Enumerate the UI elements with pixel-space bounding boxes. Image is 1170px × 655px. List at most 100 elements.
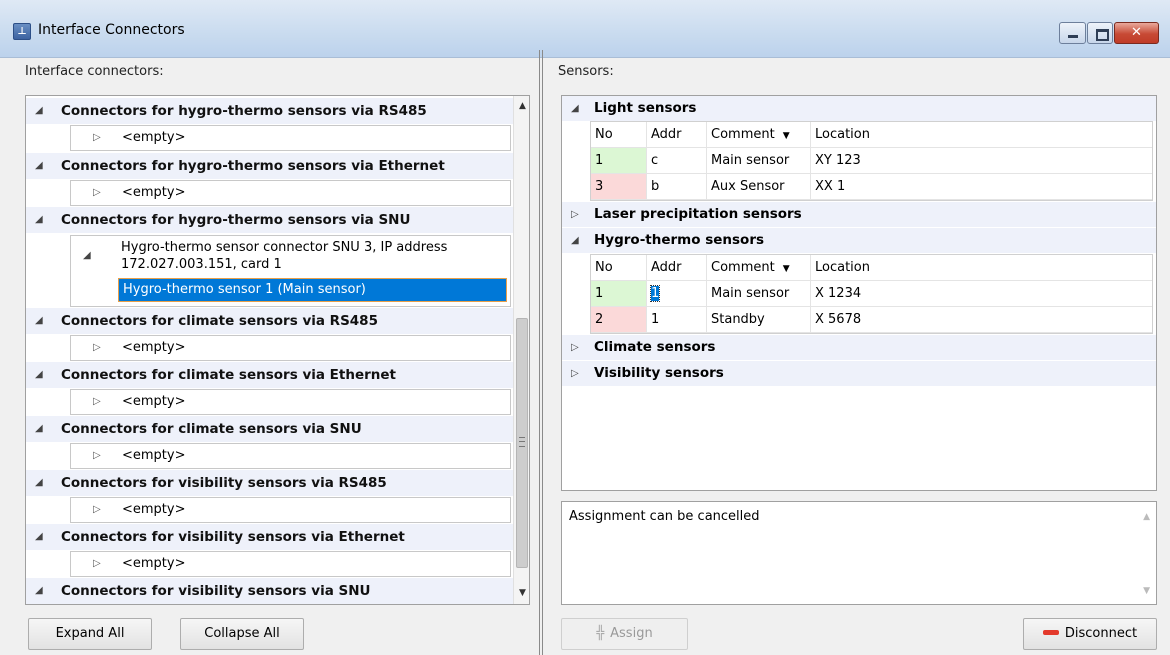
header-addr[interactable]: Addr [647,122,707,147]
collapse-all-button[interactable]: Collapse All [180,618,304,650]
collapsed-icon[interactable]: ▷ [93,336,101,360]
expanded-icon[interactable]: ◢ [35,524,43,550]
header-addr[interactable]: Addr [647,255,707,280]
expanded-icon[interactable]: ◢ [571,228,579,253]
sort-down-icon[interactable]: ▼ [783,131,790,141]
scroll-up-icon[interactable]: ▲ [1143,512,1150,522]
table-row[interactable]: 3 b Aux Sensor XX 1 [591,174,1152,200]
table-row[interactable]: 1 c Main sensor XY 123 [591,148,1152,174]
header-comment[interactable]: Comment ▼ [707,255,811,280]
connector-child-item[interactable]: ▷ <empty> [70,125,511,151]
cell-location[interactable]: X 1234 [811,281,1152,306]
maximize-button[interactable] [1087,22,1113,44]
expanded-icon[interactable]: ◢ [35,470,43,496]
cell-comment[interactable]: Standby [707,307,811,332]
selected-sensor-item[interactable]: Hygro-thermo sensor 1 (Main sensor) [118,278,507,302]
cell-no[interactable]: 2 [591,307,647,332]
table-row[interactable]: 1 1 Main sensor X 1234 [591,281,1152,307]
sensor-group-row[interactable]: ▷ Visibility sensors [562,361,1156,386]
cell-no[interactable]: 1 [591,148,647,173]
expanded-icon[interactable]: ◢ [35,207,43,233]
connector-child-label: <empty> [122,340,186,355]
close-button[interactable]: ✕ [1114,22,1159,44]
collapsed-icon[interactable]: ▷ [93,444,101,468]
connector-group-row[interactable]: ◢ Connectors for visibility sensors via … [26,470,513,496]
collapsed-icon[interactable]: ▷ [93,126,101,150]
collapsed-icon[interactable]: ▷ [571,335,579,360]
minimize-button[interactable] [1059,22,1086,44]
cell-comment[interactable]: Aux Sensor [707,174,811,199]
cell-addr[interactable]: b [647,174,707,199]
cell-addr[interactable]: c [647,148,707,173]
cell-location[interactable]: XX 1 [811,174,1152,199]
connector-child-item[interactable]: ▷ <empty> [70,389,511,415]
sensor-group-row[interactable]: ◢ Light sensors [562,96,1156,121]
connector-group-row[interactable]: ◢ Connectors for hygro-thermo sensors vi… [26,207,513,233]
expanded-icon[interactable]: ◢ [35,362,43,388]
snu-connector-item[interactable]: ◢ Hygro-thermo sensor connector SNU 3, I… [70,235,511,307]
collapsed-icon[interactable]: ▷ [93,181,101,205]
cell-addr-editing[interactable]: 1 [649,285,661,302]
cell-addr[interactable]: 1 [647,307,707,332]
maximize-icon [1096,29,1109,41]
connector-group-row[interactable]: ◢ Connectors for visibility sensors via … [26,578,513,604]
cell-comment[interactable]: Main sensor [707,281,811,306]
connector-group-row[interactable]: ◢ Connectors for visibility sensors via … [26,524,513,550]
plus-icon: ╬ [596,626,605,641]
connector-child-item[interactable]: ▷ <empty> [70,443,511,469]
connector-group-row[interactable]: ◢ Connectors for hygro-thermo sensors vi… [26,98,513,124]
connector-child-item[interactable]: ▷ <empty> [70,497,511,523]
sensor-group-row[interactable]: ◢ Hygro-thermo sensors [562,228,1156,253]
connector-child-item[interactable]: ▷ <empty> [70,551,511,577]
cell-location[interactable]: XY 123 [811,148,1152,173]
collapsed-icon[interactable]: ▷ [571,361,579,386]
expanded-icon[interactable]: ◢ [35,153,43,179]
expand-all-button[interactable]: Expand All [28,618,152,650]
header-no[interactable]: No [591,255,647,280]
sensors-tree[interactable]: ◢ Light sensors No Addr Comment ▼ Locatio… [561,95,1157,491]
collapsed-icon[interactable]: ▷ [571,202,579,227]
sort-down-icon[interactable]: ▼ [783,264,790,274]
scroll-down-icon[interactable]: ▼ [1143,586,1150,596]
connector-group-row[interactable]: ◢ Connectors for climate sensors via SNU [26,416,513,442]
expanded-icon[interactable]: ◢ [35,578,43,604]
connector-group-row[interactable]: ◢ Connectors for hygro-thermo sensors vi… [26,153,513,179]
expanded-icon[interactable]: ◢ [35,98,43,124]
hygro-sensors-grid[interactable]: No Addr Comment ▼ Location 1 1 Main senso… [590,254,1153,334]
cell-addr[interactable]: 1 [647,281,707,306]
snu-connector-label: Hygro-thermo sensor connector SNU 3, IP … [121,240,448,272]
expanded-icon[interactable]: ◢ [35,308,43,334]
collapsed-icon[interactable]: ▷ [93,552,101,576]
cell-no[interactable]: 1 [591,281,647,306]
scroll-up-icon[interactable]: ▲ [514,98,529,115]
sensor-group-row[interactable]: ▷ Laser precipitation sensors [562,202,1156,227]
collapsed-icon[interactable]: ▷ [93,498,101,522]
header-location[interactable]: Location [811,122,1152,147]
connector-child-item[interactable]: ▷ <empty> [70,335,511,361]
cell-location[interactable]: X 5678 [811,307,1152,332]
connector-group-row[interactable]: ◢ Connectors for climate sensors via RS4… [26,308,513,334]
disconnect-button[interactable]: Disconnect [1023,618,1157,650]
expanded-icon[interactable]: ◢ [35,416,43,442]
header-comment[interactable]: Comment ▼ [707,122,811,147]
expanded-icon[interactable]: ◢ [571,96,579,121]
connectors-scrollbar[interactable]: ▲ ▼ [513,96,529,604]
collapsed-icon[interactable]: ▷ [93,390,101,414]
header-location[interactable]: Location [811,255,1152,280]
cell-no[interactable]: 3 [591,174,647,199]
info-textarea[interactable]: Assignment can be cancelled ▲ ▼ [561,501,1157,605]
scroll-thumb[interactable] [516,318,528,568]
connectors-tree[interactable]: ◢ Connectors for hygro-thermo sensors vi… [25,95,530,605]
close-icon: ✕ [1131,25,1142,40]
connector-child-item[interactable]: ▷ <empty> [70,180,511,206]
assign-button[interactable]: ╬ Assign [561,618,688,650]
panel-splitter[interactable] [538,50,544,655]
scroll-down-icon[interactable]: ▼ [514,585,529,602]
cell-comment[interactable]: Main sensor [707,148,811,173]
connector-group-row[interactable]: ◢ Connectors for climate sensors via Eth… [26,362,513,388]
expanded-icon[interactable]: ◢ [83,250,91,261]
table-row[interactable]: 2 1 Standby X 5678 [591,307,1152,333]
light-sensors-grid[interactable]: No Addr Comment ▼ Location 1 c Main senso… [590,121,1153,201]
sensor-group-row[interactable]: ▷ Climate sensors [562,335,1156,360]
header-no[interactable]: No [591,122,647,147]
